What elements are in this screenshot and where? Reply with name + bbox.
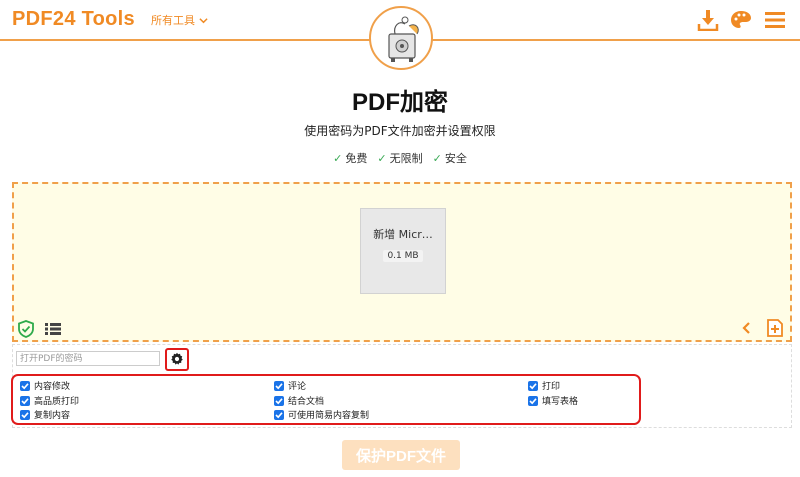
file-card[interactable]: 新增 Micr… 0.1 MB — [360, 208, 446, 294]
add-file-icon[interactable] — [765, 318, 785, 338]
page-title: PDF加密 — [352, 89, 448, 116]
page-subtitle: 使用密码为PDF文件加密并设置权限 — [304, 124, 496, 138]
chevron-down-icon — [199, 17, 208, 23]
checkbox-checked-icon[interactable] — [274, 409, 284, 420]
permission-assemble-document[interactable]: 结合文档 — [274, 394, 324, 407]
check-icon: ✓ — [377, 152, 387, 165]
palette-icon[interactable] — [730, 9, 752, 31]
feature-free: ✓ 免费 — [333, 152, 368, 165]
all-tools-label: 所有工具 — [151, 14, 195, 27]
checkbox-checked-icon[interactable] — [274, 380, 284, 391]
shield-check-icon[interactable] — [18, 320, 34, 338]
settings-button[interactable] — [165, 348, 189, 371]
permission-comment[interactable]: 评论 — [274, 379, 306, 392]
permission-print[interactable]: 打印 — [528, 379, 560, 392]
permission-content-modify[interactable]: 内容修改 — [20, 379, 70, 392]
feature-list: ✓ 免费 ✓ 无限制 ✓ 安全 — [0, 150, 800, 166]
protect-pdf-button[interactable]: 保护PDF文件 — [342, 440, 460, 470]
permission-high-quality-print[interactable]: 高品质打印 — [20, 394, 79, 407]
gear-icon — [171, 352, 183, 365]
all-tools-menu[interactable]: 所有工具 — [151, 12, 208, 28]
pdf24-logo[interactable]: PDF24 Tools — [12, 8, 135, 31]
encrypt-mascot-illustration — [369, 6, 433, 70]
hamburger-menu-icon[interactable] — [764, 9, 786, 31]
feature-unlimited: ✓ 无限制 — [377, 152, 423, 165]
download-icon[interactable] — [697, 9, 719, 31]
file-size: 0.1 MB — [383, 250, 423, 262]
check-icon: ✓ — [333, 152, 343, 165]
checkbox-checked-icon[interactable] — [20, 380, 30, 391]
list-view-icon[interactable] — [45, 322, 61, 336]
file-drop-zone[interactable]: 新增 Micr… 0.1 MB — [12, 182, 792, 342]
file-name: 新增 Micr… — [373, 228, 433, 241]
checkbox-checked-icon[interactable] — [20, 409, 30, 420]
permission-copy-content[interactable]: 复制内容 — [20, 408, 70, 421]
checkbox-checked-icon[interactable] — [274, 395, 284, 406]
chevron-left-icon[interactable] — [741, 321, 753, 335]
checkbox-checked-icon[interactable] — [528, 395, 538, 406]
check-icon: ✓ — [432, 152, 442, 165]
permission-fill-forms[interactable]: 填写表格 — [528, 394, 578, 407]
feature-secure: ✓ 安全 — [432, 152, 467, 165]
permission-accessible-copy[interactable]: 可使用简易内容复制 — [274, 408, 369, 421]
checkbox-checked-icon[interactable] — [528, 380, 538, 391]
open-password-input[interactable] — [16, 351, 160, 366]
checkbox-checked-icon[interactable] — [20, 395, 30, 406]
